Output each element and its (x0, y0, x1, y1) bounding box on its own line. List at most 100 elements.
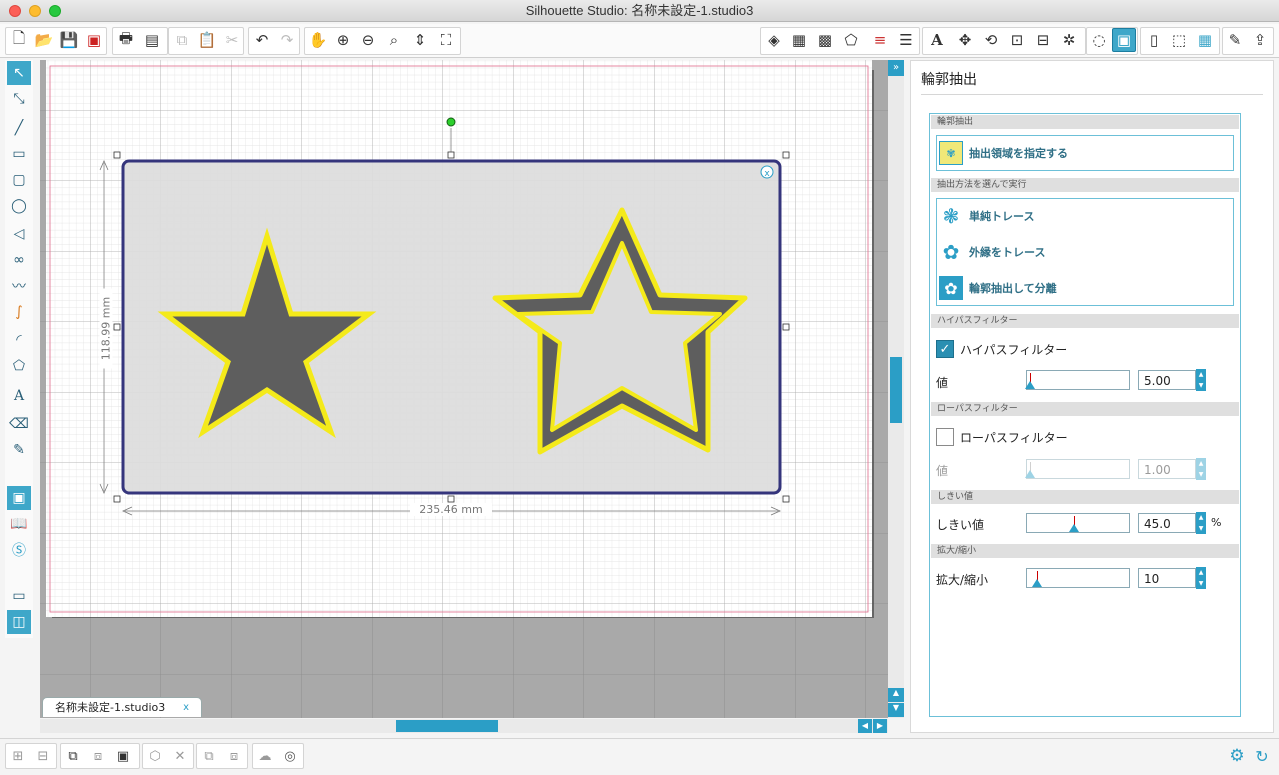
trace-and-detach-button[interactable]: ✿ 輪郭抽出して分離 (939, 273, 1057, 303)
highpass-value-input[interactable]: 5.00 (1138, 370, 1196, 390)
threshold-stepper[interactable]: ▲ ▼ (1196, 512, 1206, 534)
store-icon[interactable]: Ⓢ (7, 538, 31, 562)
ellipse-tool-icon[interactable]: ◯ (7, 194, 31, 218)
zoom-in-icon[interactable]: ⊕ (331, 28, 355, 52)
highpass-checkbox[interactable]: ✓ (936, 340, 954, 358)
page-setup-icon[interactable]: ▯ (1142, 28, 1166, 52)
horizontal-scrollbar[interactable]: ◀ ▶ (40, 719, 888, 733)
scale-icon[interactable]: ⊟ (1031, 28, 1055, 52)
polygon-tool-icon[interactable]: ◁ (7, 222, 31, 246)
zoom-fit-drag-icon[interactable]: ⇕ (408, 28, 432, 52)
pan-hand-icon[interactable]: ✋ (306, 28, 330, 52)
collapse-panel-icon[interactable]: » (888, 60, 904, 76)
canvas-area[interactable]: x 118.99 mm 235.46 mm (40, 60, 888, 718)
concentric-icon[interactable]: ◎ (279, 745, 301, 767)
horizontal-scroll-thumb[interactable] (396, 720, 498, 732)
lowpass-value-input[interactable]: 1.00 (1138, 459, 1196, 479)
line-tool-icon[interactable]: ╱ (7, 116, 31, 140)
lowpass-checkbox-row[interactable]: ローパスフィルター (936, 426, 1068, 448)
modify-icon[interactable]: ✲ (1057, 28, 1081, 52)
curve-tool-icon[interactable]: ∞ (7, 248, 31, 272)
scroll-left-icon[interactable]: ◀ (858, 719, 872, 733)
scale-slider[interactable] (1026, 568, 1130, 588)
smooth-freehand-tool-icon[interactable]: ∫ (7, 300, 31, 324)
print-cut-icon[interactable]: ▤ (140, 28, 164, 52)
cutter-icon[interactable]: ✎ (1223, 28, 1247, 52)
offset-icon[interactable]: ◌ (1087, 28, 1111, 52)
scale-stepper[interactable]: ▲ ▼ (1196, 567, 1206, 589)
save-as-icon[interactable]: ▣ (82, 28, 106, 52)
open-folder-icon[interactable]: 📂 (32, 28, 56, 52)
pattern-icon[interactable]: ▩ (813, 28, 837, 52)
highpass-stepper[interactable]: ▲ ▼ (1196, 369, 1206, 391)
text-tool-icon[interactable]: A (7, 384, 31, 408)
new-document-icon[interactable]: 🗋 (7, 28, 31, 52)
line-color-icon[interactable]: ≡ (868, 28, 892, 52)
text-style-icon[interactable]: A (925, 28, 949, 52)
scale-value-input[interactable]: 10 (1138, 568, 1196, 588)
lowpass-checkbox[interactable] (936, 428, 954, 446)
release-compound-icon[interactable]: ⧈ (87, 745, 109, 767)
zoom-fit-page-icon[interactable]: ⛶ (434, 28, 458, 52)
vertical-scrollbar[interactable]: » ▲ ▼ (888, 60, 904, 718)
highpass-checkbox-row[interactable]: ✓ ハイパスフィルター (936, 338, 1067, 360)
lowpass-slider[interactable] (1025, 459, 1130, 479)
scroll-down-icon[interactable]: ▼ (888, 703, 904, 717)
delete-icon[interactable]: ✕ (169, 745, 191, 767)
duplicate-icon[interactable]: ⧉ (198, 745, 220, 767)
freehand-tool-icon[interactable]: 〰 (7, 274, 31, 298)
maximize-window-button[interactable] (49, 5, 61, 17)
highpass-slider[interactable] (1025, 370, 1130, 390)
line-settings-icon[interactable]: ☰ (894, 28, 918, 52)
ungroup-icon[interactable]: ⊟ (32, 745, 54, 767)
save-icon[interactable]: 💾 (57, 28, 81, 52)
settings-gear-icon[interactable]: ⚙ (1226, 745, 1248, 767)
cutter-grid-icon[interactable]: ▦ (1193, 28, 1217, 52)
knife-tool-icon[interactable]: ✎ (7, 438, 31, 462)
vertical-scroll-thumb[interactable] (890, 357, 902, 423)
zoom-out-icon[interactable]: ⊖ (356, 28, 380, 52)
bring-front-icon[interactable]: ▣ (112, 745, 134, 767)
offset-shape-icon[interactable]: ☁ (254, 745, 276, 767)
rectangle-tool-icon[interactable]: ▭ (7, 142, 31, 166)
arc-tool-icon[interactable]: ◜ (7, 328, 31, 352)
close-tab-icon[interactable]: x (183, 698, 189, 717)
sync-icon[interactable]: ↻ (1251, 745, 1273, 767)
trace-outer-edge-button[interactable]: ✿ 外縁をトレース (939, 237, 1046, 267)
mirror-icon[interactable]: ⧈ (223, 745, 245, 767)
scroll-up-icon[interactable]: ▲ (888, 688, 904, 702)
lowpass-stepper[interactable]: ▲ ▼ (1196, 458, 1206, 480)
undo-icon[interactable]: ↶ (250, 28, 274, 52)
cut-icon[interactable]: ✂ (220, 28, 244, 52)
scroll-right-icon[interactable]: ▶ (873, 719, 887, 733)
design-view-icon[interactable]: ▣ (7, 486, 31, 510)
transform-icon[interactable]: ⟲ (979, 28, 1003, 52)
cut-settings-icon[interactable]: ⬚ (1167, 28, 1191, 52)
document-tab[interactable]: 名称未設定-1.studio3 x (42, 697, 202, 717)
simple-trace-button[interactable]: ❃ 単純トレース (939, 201, 1035, 231)
single-panel-icon[interactable]: ▭ (7, 584, 31, 608)
redo-icon[interactable]: ↷ (275, 28, 299, 52)
weld-icon[interactable]: ⬡ (144, 745, 166, 767)
copy-icon[interactable]: ⧉ (170, 28, 194, 52)
close-window-button[interactable] (9, 5, 21, 17)
select-trace-area-button[interactable]: ✾ 抽出領域を指定する (939, 138, 1068, 168)
rounded-rect-tool-icon[interactable]: ▢ (7, 168, 31, 192)
point-edit-tool-icon[interactable]: ⤡ (7, 87, 31, 111)
print-icon[interactable]: 🖶 (114, 28, 138, 52)
rotate-handle[interactable] (446, 117, 456, 127)
select-tool-icon[interactable]: ↖ (7, 61, 31, 85)
gradient-icon[interactable]: ▦ (787, 28, 811, 52)
replicate-icon[interactable]: ✥ (953, 28, 977, 52)
paste-icon[interactable]: 📋 (195, 28, 219, 52)
line-style-icon[interactable]: ⬠ (839, 28, 863, 52)
minimize-window-button[interactable] (29, 5, 41, 17)
make-compound-icon[interactable]: ⧉ (62, 745, 84, 767)
fill-color-icon[interactable]: ◈ (762, 28, 786, 52)
library-icon[interactable]: 📖 (7, 512, 31, 536)
split-panel-icon[interactable]: ◫ (7, 610, 31, 634)
threshold-value-input[interactable]: 45.0 (1138, 513, 1196, 533)
group-icon[interactable]: ⊞ (7, 745, 29, 767)
trace-icon[interactable]: ▣ (1112, 28, 1136, 52)
regular-polygon-tool-icon[interactable]: ⬠ (7, 354, 31, 378)
